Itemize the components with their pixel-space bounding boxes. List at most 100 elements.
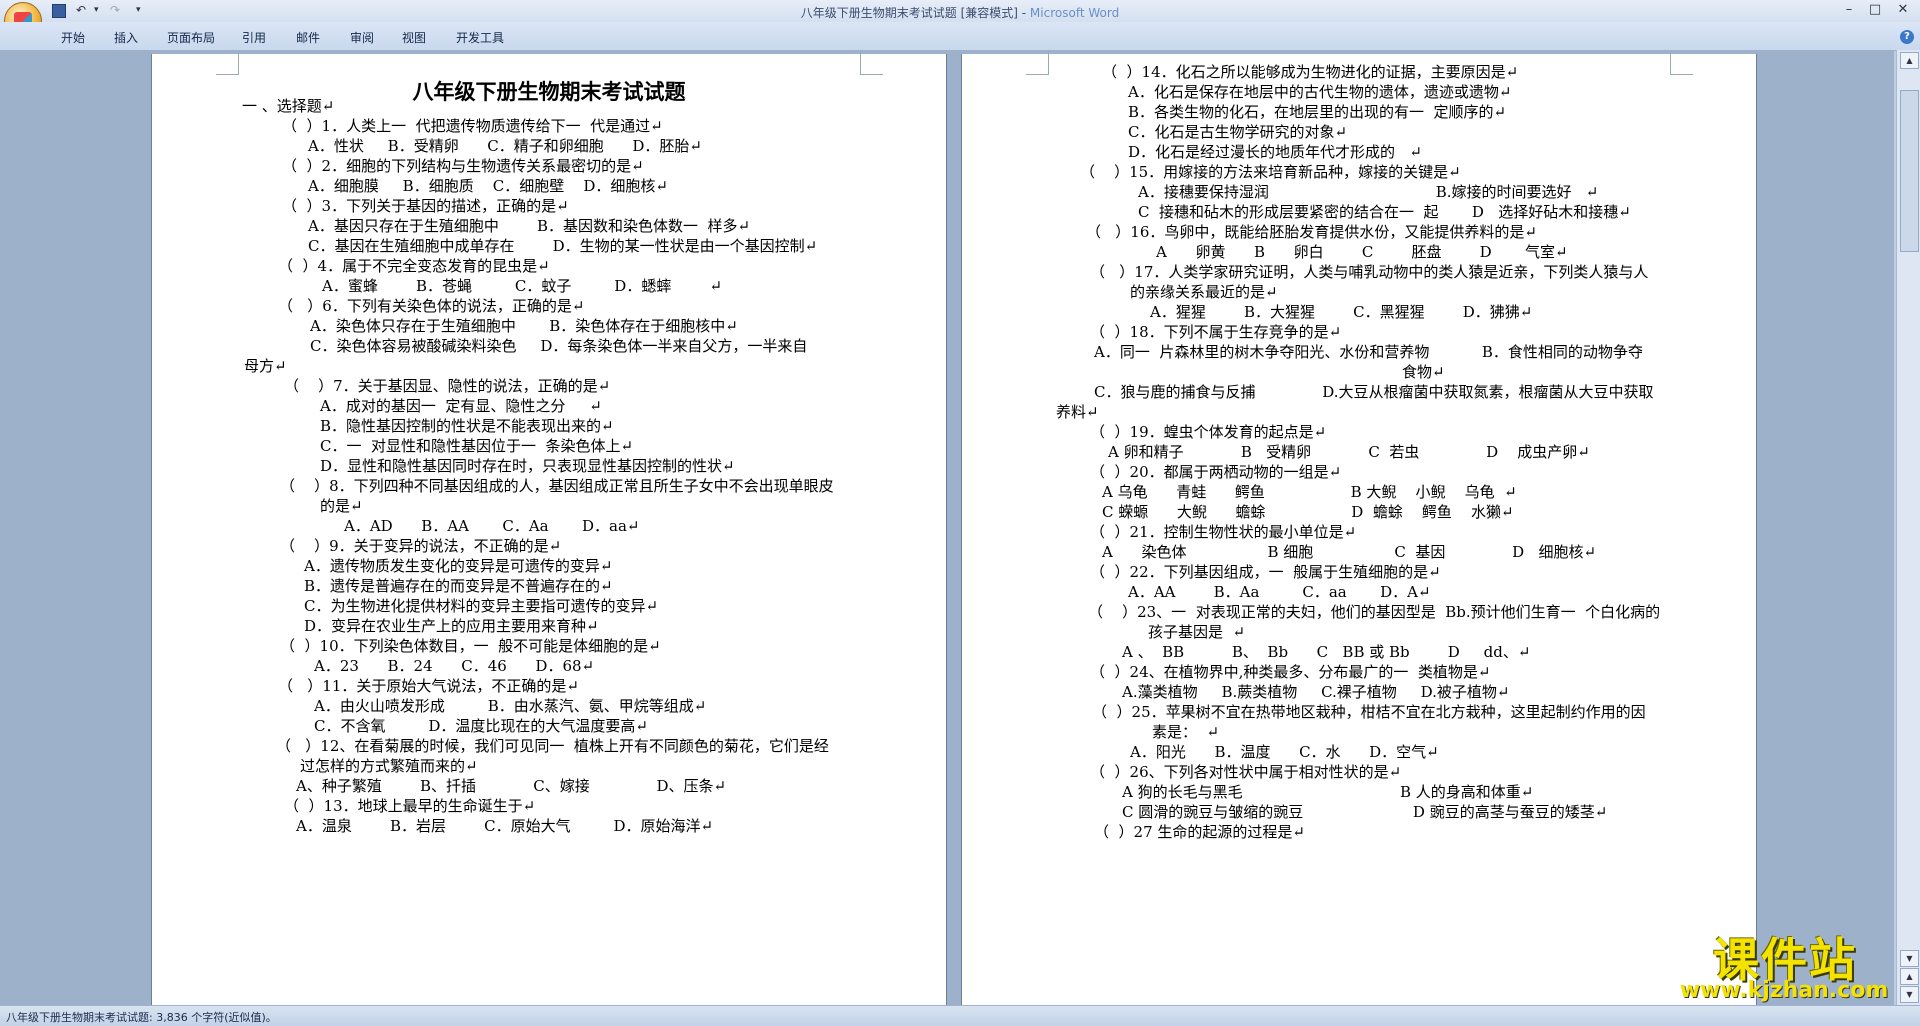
left-text-line: A．23 B．24 C．46 D．68↵ [314,657,595,675]
left-text-line: A．遗传物质发生变化的变异是可遗传的变异↵ [304,557,613,575]
tab-view[interactable]: 视图 [402,29,426,46]
crop-mark [216,52,239,75]
right-text-line: 养料↵ [1056,403,1099,421]
left-text-line: C．不含氧 D．温度比现在的大气温度要高↵ [314,717,648,735]
next-page-icon[interactable]: ▼ [1900,986,1919,1003]
right-text-line: （ ）16．鸟卵中，既能给胚胎发育提供水份，又能提供养料的是↵ [1086,223,1537,241]
help-icon[interactable]: ? [1900,30,1914,44]
right-text-line: A 卵黄 B 卵白 C 胚盘 D 气室↵ [1156,243,1568,261]
right-text-line: A 、 BB B、 Bb C BB 或 Bb D dd、↵ [1122,643,1531,661]
left-text-line: A．染色体只存在于生殖细胞中 B．染色体存在于细胞核中↵ [310,317,738,335]
right-text-line: 的亲缘关系最近的是↵ [1130,283,1278,301]
right-text-line: （ ）21．控制生物性状的最小单位是↵ [1090,523,1357,541]
right-text-line: A．AA B．Aa C．aa D．A↵ [1128,583,1431,601]
status-word-count[interactable]: 八年级下册生物期末考试试题: 3,836 个字符(近似值)。 [6,1009,277,1025]
left-text-line: A．蜜蜂 B．苍蝇 C．蚊子 D．蟋蟀 ↵ [322,277,723,295]
left-text-line: C．染色体容易被酸碱染料染色 D．每条染色体一半来自父方，一半来自 [310,337,808,355]
right-text-line: （ ）20．都属于两栖动物的一组是↵ [1090,463,1342,481]
maximize-icon[interactable]: □ [1866,2,1884,18]
right-text-line: 孩子基因是 ↵ [1148,623,1246,641]
left-text-line: D．变异在农业生产上的应用主要用来育种↵ [304,617,599,635]
left-text-line: B．遗传是普遍存在的而变异是不普遍存在的↵ [304,577,613,595]
left-text-line: C．基因在生殖细胞中成单存在 D．生物的某一性状是由一个基因控制↵ [308,237,818,255]
left-text-line: 一 、选择题↵ [242,97,335,115]
right-text-line: A 染色体 B 细胞 C 基因 D 细胞核↵ [1102,543,1597,561]
right-text-line: （ ）26、下列各对性状中属于相对性状的是↵ [1090,763,1402,781]
ribbon-tabs: 开始 插入 页面布局 引用 邮件 审阅 视图 开发工具 ? [0,22,1920,51]
left-text-line: D．显性和隐性基因同时存在时，只表现显性基因控制的性状↵ [320,457,735,475]
left-text-line: （ ）13．地球上最早的生命诞生于↵ [284,797,536,815]
tab-references[interactable]: 引用 [242,29,266,46]
right-text-line: A．接穗要保持湿润 B.嫁接的时间要选好 ↵ [1138,183,1599,201]
crop-mark [1670,52,1693,75]
right-text-line: 素是： ↵ [1152,723,1220,741]
close-icon[interactable]: ✕ [1894,2,1912,18]
right-text-line: A．化石是保存在地层中的古代生物的遗体，遗迹或遗物↵ [1128,83,1512,101]
left-text-line: （ ）3．下列关于基因的描述，正确的是↵ [282,197,569,215]
right-text-line: （ ）18．下列不属于生存竞争的是↵ [1090,323,1342,341]
left-text-line: （ ）1．人类上一 代把遗传物质遗传给下一 代是通过↵ [282,117,663,135]
scroll-down-icon[interactable]: ▼ [1900,950,1919,967]
right-text-line: B．各类生物的化石，在地层里的出现的有一 定顺序的↵ [1128,103,1507,121]
right-text-line: D．化石是经过漫长的地质年代才形成的 ↵ [1128,143,1422,161]
left-text-line: C．一 对显性和隐性基因位于一 条染色体上↵ [320,437,634,455]
left-text-line: （ ）2．细胞的下列结构与生物遗传关系最密切的是↵ [282,157,644,175]
document-title: 八年级下册生物期末考试试题 [兼容模式] - [800,6,1030,20]
left-text-line: A．性状 B．受精卵 C．精子和卵细胞 D．胚胎↵ [308,137,702,155]
right-text-line: 食物↵ [1402,363,1445,381]
page-left[interactable]: 八年级下册生物期末考试试题 一 、选择题↵ （ ）1．人类上一 代把遗传物质遗传给… [152,52,946,1005]
left-text-line: A．细胞膜 B．细胞质 C．细胞壁 D．细胞核↵ [308,177,668,195]
left-text-line: （ ）9．关于变异的说法，不正确的是↵ [280,537,562,555]
left-text-line: 的是↵ [320,497,363,515]
right-text-line: A.藻类植物 B.蕨类植物 C.裸子植物 D.被子植物↵ [1122,683,1510,701]
crop-mark [1026,52,1049,75]
watermark-url: www.kjzhan.com [1679,978,1889,1003]
tab-home[interactable]: 开始 [61,29,85,46]
left-text-line: （ ）6．下列有关染色体的说法，正确的是↵ [278,297,585,315]
left-text-line: 母方↵ [244,357,287,375]
title-bar: ↶ ▾ ↷ ▾ 八年级下册生物期末考试试题 [兼容模式] - Microsoft… [0,0,1920,22]
right-text-line: C 接穗和砧木的形成层要紧密的结合在一 起 D 选择好砧木和接穗↵ [1138,203,1631,221]
left-text-line: C．为生物进化提供材料的变异主要指可遗传的变异↵ [304,597,659,615]
vertical-scrollbar[interactable]: ▲ ▼ ▲ ▼ [1896,50,1920,1005]
right-text-line: A 卵和精子 B 受精卵 C 若虫 D 成虫产卵↵ [1108,443,1590,461]
left-text-line: （ ）7．关于基因显、隐性的说法，正确的是↵ [284,377,611,395]
left-text-line: A、种子繁殖 B、扦插 C、嫁接 D、压条↵ [296,777,727,795]
right-text-line: （ ）23、一 对表现正常的夫妇，他们的基因型是 Bb.预计他们生育一 个白化病… [1088,603,1661,621]
app-name: Microsoft Word [1029,6,1120,20]
left-text-line: 过怎样的方式繁殖而来的↵ [300,757,478,775]
left-text-line: A．温泉 B．岩层 C．原始大气 D．原始海洋↵ [296,817,714,835]
prev-page-icon[interactable]: ▲ [1900,968,1919,985]
crop-mark [860,52,883,75]
right-text-line: C 圆滑的豌豆与皱缩的豌豆 D 豌豆的高茎与蚕豆的矮茎↵ [1122,803,1608,821]
left-text-line: A．基因只存在于生殖细胞中 B．基因数和染色体数一 样多↵ [308,217,751,235]
right-text-line: A．猩猩 B．大猩猩 C．黑猩猩 D．狒狒↵ [1150,303,1533,321]
status-bar: 八年级下册生物期末考试试题: 3,836 个字符(近似值)。 [0,1005,1920,1026]
left-text-line: （ ）12、在看菊展的时候，我们可见同一 植株上开有不同颜色的菊花，它们是经 [276,737,829,755]
right-text-line: C 蝾螈 大鲵 蟾蜍 D 蟾蜍 鳄鱼 水獭↵ [1102,503,1514,521]
left-text-line: B．隐性基因控制的性状是不能表现出来的↵ [320,417,614,435]
scrollbar-thumb[interactable] [1900,90,1919,252]
right-text-line: A 狗的长毛与黑毛 B 人的身高和体重↵ [1122,783,1534,801]
minimize-icon[interactable]: – [1840,2,1858,18]
left-text-line: （ ）8．下列四种不同基因组成的人，基因组成正常且所生子女中不会出现单眼皮 [280,477,834,495]
right-text-line: （ ）17．人类学家研究证明，人类与哺乳动物中的类人猿是近亲，下列类人猿与人 [1090,263,1649,281]
tab-page-layout[interactable]: 页面布局 [167,29,215,46]
right-text-line: （ ）22．下列基因组成，一 般属于生殖细胞的是↵ [1090,563,1441,581]
right-text-line: （ ）25．苹果树不宜在热带地区栽种，柑桔不宜在北方栽种，这里起制约作用的因 [1092,703,1646,721]
page-right[interactable]: （ ）14．化石之所以能够成为生物进化的证据，主要原因是↵ A．化石是保存在地层中… [962,52,1756,1005]
tab-mailings[interactable]: 邮件 [296,29,320,46]
right-text-line: （ ）24、在植物界中,种类最多、分布最广的一 类植物是↵ [1090,663,1491,681]
tab-developer[interactable]: 开发工具 [456,29,504,46]
tab-review[interactable]: 审阅 [350,29,374,46]
left-text-line: A．由火山喷发形成 B．由水蒸汽、氨、甲烷等组成↵ [314,697,707,715]
left-text-line: A．AD B．AA C．Aa D．aa↵ [344,517,640,535]
window-title: 八年级下册生物期末考试试题 [兼容模式] - Microsoft Word [0,4,1920,21]
right-text-line: A 乌龟 青蛙 鳄鱼 B 大鲵 小鲵 乌龟 ↵ [1102,483,1517,501]
right-text-line: A．同一 片森林里的树木争夺阳光、水份和营养物 B．食性相同的动物争夺 [1094,343,1643,361]
left-text-line: （ ）11．关于原始大气说法，不正确的是↵ [278,677,579,695]
right-text-line: C．狼与鹿的捕食与反捕 D.大豆从根瘤菌中获取氮素，根瘤菌从大豆中获取 [1094,383,1654,401]
left-text-line: （ ）10．下列染色体数目，一 般不可能是体细胞的是↵ [280,637,661,655]
scroll-up-icon[interactable]: ▲ [1900,52,1919,69]
tab-insert[interactable]: 插入 [114,29,138,46]
